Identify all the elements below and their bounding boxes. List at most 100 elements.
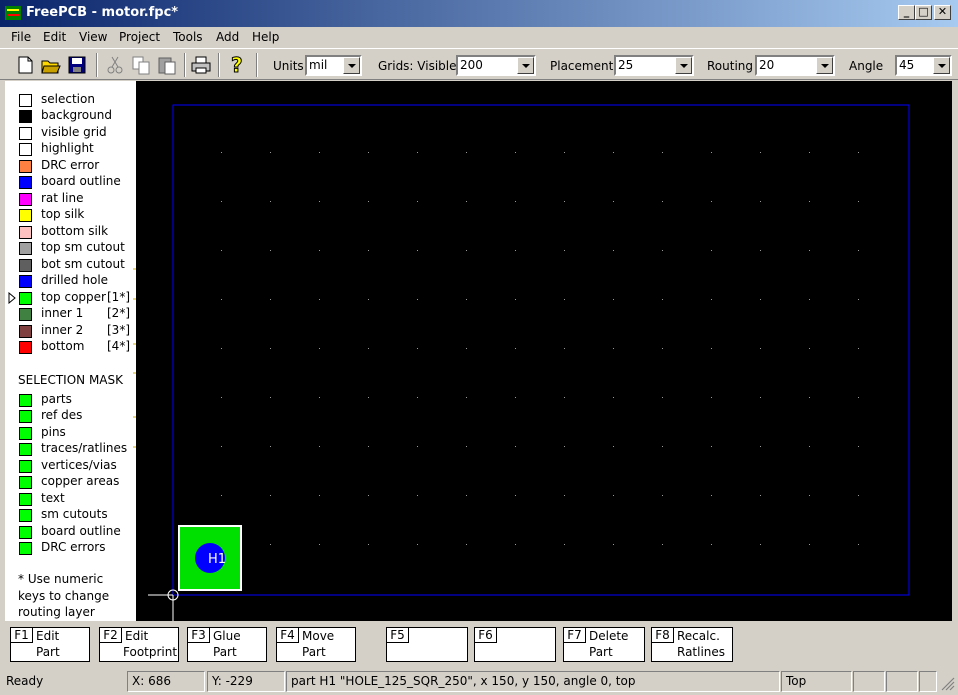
layer-color-swatch[interactable] xyxy=(19,292,32,305)
status-ready: Ready xyxy=(6,674,44,688)
f8-recalc-ratlines-button[interactable]: F8 Recalc. Ratlines xyxy=(651,627,733,662)
copy-icon[interactable] xyxy=(130,54,152,76)
print-icon[interactable] xyxy=(190,54,212,76)
grid-visible-select[interactable]: 200 xyxy=(456,55,536,76)
menu-view[interactable]: View xyxy=(79,30,107,44)
fkey-line1: Delete xyxy=(589,629,629,643)
units-select[interactable]: mil xyxy=(305,55,362,76)
toolbar-separator xyxy=(256,53,258,77)
grid-dot xyxy=(564,544,565,545)
layer-color-swatch[interactable] xyxy=(19,308,32,321)
menu-add[interactable]: Add xyxy=(216,30,239,44)
part-h1[interactable]: H1 xyxy=(178,525,242,591)
save-icon[interactable] xyxy=(66,54,88,76)
units-value: mil xyxy=(309,58,328,72)
mask-color-swatch[interactable] xyxy=(19,443,32,456)
menu-project[interactable]: Project xyxy=(119,30,160,44)
layer-color-swatch[interactable] xyxy=(19,193,32,206)
layer-color-swatch[interactable] xyxy=(19,143,32,156)
pcb-canvas[interactable]: H1 xyxy=(136,81,952,621)
status-pane xyxy=(853,671,885,692)
grid-dot xyxy=(368,544,369,545)
mask-color-swatch[interactable] xyxy=(19,526,32,539)
layer-color-swatch[interactable] xyxy=(19,176,32,189)
layer-color-swatch[interactable] xyxy=(19,209,32,222)
f3-glue-part-button[interactable]: F3 Glue Part xyxy=(187,627,267,662)
close-button[interactable]: ✕ xyxy=(934,5,951,20)
selection-mask-title: SELECTION MASK xyxy=(18,373,123,387)
mask-color-swatch[interactable] xyxy=(19,476,32,489)
f7-delete-part-button[interactable]: F7 Delete Part xyxy=(563,627,645,662)
menu-help[interactable]: Help xyxy=(252,30,279,44)
chevron-down-icon[interactable] xyxy=(816,57,833,74)
chevron-down-icon[interactable] xyxy=(517,57,534,74)
chevron-down-icon[interactable] xyxy=(933,57,950,74)
grid-dot xyxy=(858,544,859,545)
mask-color-swatch[interactable] xyxy=(19,542,32,555)
grid-dot xyxy=(760,495,761,496)
grid-dot xyxy=(858,201,859,202)
grid-dot xyxy=(368,250,369,251)
layer-color-swatch[interactable] xyxy=(19,325,32,338)
menu-edit[interactable]: Edit xyxy=(43,30,66,44)
mask-color-swatch[interactable] xyxy=(19,509,32,522)
chevron-down-icon[interactable] xyxy=(343,57,360,74)
maximize-button[interactable]: □ xyxy=(915,5,932,20)
fkey-line2: Part xyxy=(36,645,60,659)
f6-button[interactable]: F6 xyxy=(474,627,556,662)
cut-icon[interactable] xyxy=(104,54,126,76)
menu-file[interactable]: File xyxy=(11,30,31,44)
grid-dot xyxy=(613,397,614,398)
angle-select[interactable]: 45 xyxy=(895,55,952,76)
layer-color-swatch[interactable] xyxy=(19,94,32,107)
grid-dot xyxy=(270,397,271,398)
pcb-drawing[interactable]: H1 xyxy=(136,81,952,621)
layer-color-swatch[interactable] xyxy=(19,341,32,354)
new-file-icon[interactable] xyxy=(14,54,36,76)
grid-dot xyxy=(319,446,320,447)
units-label: Units xyxy=(273,59,304,73)
grid-dot xyxy=(221,299,222,300)
f4-move-part-button[interactable]: F4 Move Part xyxy=(276,627,356,662)
grid-dot xyxy=(760,152,761,153)
routing-grid-select[interactable]: 20 xyxy=(755,55,835,76)
f2-edit-footprint-button[interactable]: F2 Edit Footprint xyxy=(99,627,179,662)
layer-color-swatch[interactable] xyxy=(19,275,32,288)
board-outline[interactable] xyxy=(172,104,910,596)
chevron-down-icon[interactable] xyxy=(675,57,692,74)
fkey-line1: Glue xyxy=(213,629,241,643)
mask-color-swatch[interactable] xyxy=(19,427,32,440)
grid-dot xyxy=(319,495,320,496)
menu-tools[interactable]: Tools xyxy=(173,30,203,44)
placement-grid-select[interactable]: 25 xyxy=(614,55,694,76)
window-title: FreePCB - motor.fpc* xyxy=(26,5,179,20)
mask-color-swatch[interactable] xyxy=(19,460,32,473)
resize-grip-icon[interactable] xyxy=(940,676,955,691)
fkey-line1: Edit xyxy=(36,629,60,643)
grid-dot xyxy=(858,250,859,251)
mask-color-swatch[interactable] xyxy=(19,394,32,407)
title-bar: FreePCB - motor.fpc* _ □ ✕ xyxy=(0,0,958,27)
f1-edit-part-button[interactable]: F1 Edit Part xyxy=(10,627,90,662)
grid-dot xyxy=(760,397,761,398)
paste-icon[interactable] xyxy=(156,54,178,76)
layer-color-swatch[interactable] xyxy=(19,242,32,255)
mask-color-swatch[interactable] xyxy=(19,410,32,423)
help-icon[interactable]: ? xyxy=(226,54,248,76)
layer-color-swatch[interactable] xyxy=(19,127,32,140)
f5-button[interactable]: F5 xyxy=(386,627,468,662)
open-folder-icon[interactable] xyxy=(40,54,62,76)
layer-color-swatch[interactable] xyxy=(19,226,32,239)
layer-color-swatch[interactable] xyxy=(19,110,32,123)
grid-dot xyxy=(417,299,418,300)
grid-dot xyxy=(466,299,467,300)
layer-color-swatch[interactable] xyxy=(19,160,32,173)
mask-color-swatch[interactable] xyxy=(19,493,32,506)
minimize-button[interactable]: _ xyxy=(898,5,915,20)
toolbar-separator xyxy=(96,53,98,77)
layer-label: top copper xyxy=(41,290,106,304)
grid-dot xyxy=(221,348,222,349)
layer-label: background xyxy=(41,108,112,122)
part-ref-label: H1 xyxy=(208,552,226,567)
layer-color-swatch[interactable] xyxy=(19,259,32,272)
